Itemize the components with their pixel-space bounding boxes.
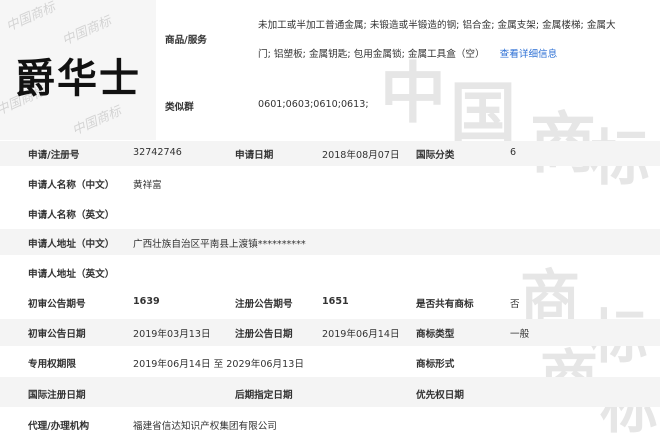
prelim-date-value: 2019年03月13日 [133, 329, 211, 340]
tm-type-value: 一般 [510, 329, 530, 340]
trademark-mark-text: 爵华士 [15, 55, 141, 102]
app-date-value: 2018年08月07日 [322, 150, 400, 161]
tm-type-label: 商标类型 [416, 329, 455, 340]
intl-reg-date-label: 国际注册日期 [28, 390, 86, 401]
prelim-date-label: 初审公告日期 [28, 329, 86, 340]
similar-group-value: 0601;0603;0610;0613; [258, 99, 369, 110]
agent-label: 代理/办理机构 [28, 421, 90, 432]
goods-line-2: 门; 铝塑板; 金属钥匙; 包用金属锁; 金属工具盒（空） 查看详细信息 [258, 49, 558, 60]
applicant-cn-label: 申请人名称（中文） [28, 180, 115, 191]
later-designation-label: 后期指定日期 [235, 390, 293, 401]
prelim-no-label: 初审公告期号 [28, 299, 86, 310]
priority-date-label: 优先权日期 [416, 390, 464, 401]
reg-no-label: 申请/注册号 [28, 150, 80, 161]
logo-watermark: 中国商标 [60, 13, 114, 49]
reg-pub-date-value: 2019年06月14日 [322, 329, 400, 340]
exclusive-label: 专用权期限 [28, 359, 76, 370]
row-background [0, 377, 660, 407]
reg-no-value: 32742746 [133, 147, 182, 158]
address-en-label: 申请人地址（英文） [28, 269, 115, 280]
logo-watermark: 中国商标 [4, 0, 58, 35]
goods-label: 商品/服务 [165, 35, 207, 46]
address-cn-label: 申请人地址（中文） [28, 239, 115, 250]
app-date-label: 申请日期 [235, 150, 274, 161]
address-cn-value: 广西壮族自治区平南县上渡镇********** [133, 239, 306, 250]
shared-label: 是否共有商标 [416, 299, 474, 310]
watermark-glyph: 商 [530, 90, 596, 186]
trademark-image: 中国商标 中国商标 中国商标 中国商标 爵华士 [0, 0, 156, 140]
applicant-cn-value: 黄祥富 [133, 180, 162, 191]
agent-value: 福建省信达知识产权集团有限公司 [133, 421, 277, 432]
logo-watermark: 中国商标 [70, 103, 124, 139]
reg-pub-no-label: 注册公告期号 [235, 299, 293, 310]
detail-link[interactable]: 查看详细信息 [500, 49, 558, 60]
reg-pub-date-label: 注册公告日期 [235, 329, 293, 340]
intl-class-value: 6 [510, 147, 517, 158]
shared-value: 否 [510, 299, 520, 310]
reg-pub-no-value: 1651 [322, 296, 349, 307]
goods-line-1: 未加工或半加工普通金属; 未锻造或半锻造的钢; 铝合金; 金属支架; 金属楼梯;… [258, 20, 616, 31]
prelim-no-value: 1639 [133, 296, 160, 307]
applicant-en-label: 申请人名称（英文） [28, 210, 115, 221]
exclusive-value: 2019年06月14日 至 2029年06月13日 [133, 359, 304, 370]
intl-class-label: 国际分类 [416, 150, 455, 161]
similar-group-label: 类似群 [165, 102, 194, 113]
tm-form-label: 商标形式 [416, 359, 455, 370]
